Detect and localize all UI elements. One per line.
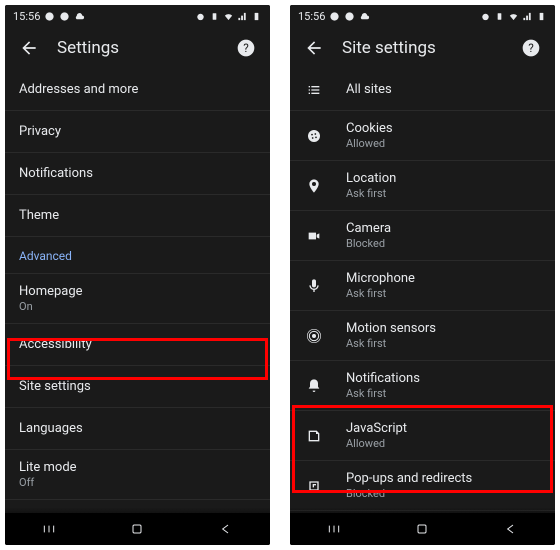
battery-icon <box>536 11 547 22</box>
cookie-icon <box>306 128 322 144</box>
alarm-icon <box>480 11 491 22</box>
help-icon[interactable]: ? <box>521 38 541 58</box>
vibrate-icon <box>209 11 220 22</box>
nav-home[interactable] <box>413 520 431 538</box>
row-notifications[interactable]: Notifications <box>5 153 270 195</box>
location-icon <box>306 178 322 194</box>
page-title: Site settings <box>342 38 503 58</box>
back-icon[interactable] <box>304 38 324 58</box>
status-time: 15:56 <box>298 10 325 23</box>
js-icon <box>306 428 322 444</box>
row-lite-mode[interactable]: Lite modeOff <box>5 450 270 500</box>
status-icon <box>329 11 340 22</box>
site-settings-list: All sites CookiesAllowed LocationAsk fir… <box>290 69 555 545</box>
help-icon[interactable]: ? <box>236 38 256 58</box>
svg-text:?: ? <box>528 41 534 55</box>
row-location[interactable]: LocationAsk first <box>290 161 555 211</box>
row-languages[interactable]: Languages <box>5 408 270 450</box>
signal-icon <box>522 11 533 22</box>
row-accessibility[interactable]: Accessibility <box>5 324 270 366</box>
status-time: 15:56 <box>13 10 40 23</box>
row-popups[interactable]: Pop-ups and redirectsBlocked <box>290 461 555 511</box>
nav-recents[interactable] <box>325 520 343 538</box>
app-header: Site settings ? <box>290 27 555 69</box>
wifi-icon <box>223 11 234 22</box>
phone-left: 15:56 Settings ? Addresses and more Priv… <box>5 5 270 545</box>
mic-icon <box>306 278 322 294</box>
row-site-settings[interactable]: Site settings <box>5 366 270 408</box>
battery-icon <box>251 11 262 22</box>
row-javascript[interactable]: JavaScriptAllowed <box>290 411 555 461</box>
vibrate-icon <box>494 11 505 22</box>
page-title: Settings <box>57 38 218 58</box>
camera-icon <box>306 228 322 244</box>
status-icon <box>44 11 55 22</box>
row-theme[interactable]: Theme <box>5 195 270 237</box>
row-microphone[interactable]: MicrophoneAsk first <box>290 261 555 311</box>
row-privacy[interactable]: Privacy <box>5 111 270 153</box>
nav-bar <box>290 513 555 545</box>
whatsapp-icon <box>59 11 70 22</box>
popup-icon <box>306 478 322 494</box>
row-motion[interactable]: Motion sensorsAsk first <box>290 311 555 361</box>
row-notifications[interactable]: NotificationsAsk first <box>290 361 555 411</box>
nav-back[interactable] <box>502 520 520 538</box>
app-header: Settings ? <box>5 27 270 69</box>
whatsapp-icon <box>344 11 355 22</box>
row-camera[interactable]: CameraBlocked <box>290 211 555 261</box>
nav-back[interactable] <box>217 520 235 538</box>
svg-text:?: ? <box>243 41 249 55</box>
settings-list: Addresses and more Privacy Notifications… <box>5 69 270 545</box>
wifi-icon <box>508 11 519 22</box>
alarm-icon <box>195 11 206 22</box>
row-all-sites[interactable]: All sites <box>290 69 555 111</box>
row-addresses[interactable]: Addresses and more <box>5 69 270 111</box>
list-icon <box>306 82 322 98</box>
signal-icon <box>237 11 248 22</box>
back-icon[interactable] <box>19 38 39 58</box>
row-homepage[interactable]: HomepageOn <box>5 274 270 324</box>
phone-right: 15:56 Site settings ? All sites CookiesA… <box>290 5 555 545</box>
nav-bar <box>5 513 270 545</box>
cloud-icon <box>74 11 85 22</box>
bell-icon <box>306 378 322 394</box>
status-bar: 15:56 <box>5 5 270 27</box>
section-advanced: Advanced <box>5 237 270 274</box>
nav-recents[interactable] <box>40 520 58 538</box>
cloud-icon <box>359 11 370 22</box>
status-bar: 15:56 <box>290 5 555 27</box>
motion-icon <box>306 328 322 344</box>
nav-home[interactable] <box>128 520 146 538</box>
row-cookies[interactable]: CookiesAllowed <box>290 111 555 161</box>
